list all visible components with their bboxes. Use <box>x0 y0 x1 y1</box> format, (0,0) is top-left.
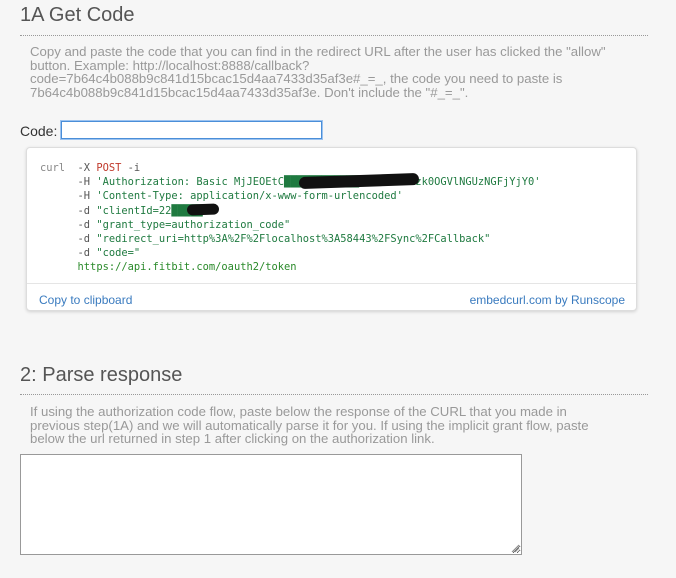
code-input[interactable] <box>60 120 323 140</box>
step2-title: 2: Parse response <box>20 364 183 386</box>
step1-divider <box>20 35 648 36</box>
curl-line-1: curl -X POST -i <box>40 162 141 174</box>
resize-grip-icon[interactable] <box>510 543 520 553</box>
code-label: Code: <box>20 123 58 139</box>
step1-description: Copy and paste the code that you can fin… <box>30 44 606 100</box>
embedcurl-link[interactable]: embedcurl.com by Runscope <box>470 293 625 307</box>
curl-line-5: -d "grant_type=authorization_code" <box>77 218 291 231</box>
curl-footer: Copy to clipboard embedcurl.com by Runsc… <box>27 283 636 311</box>
curl-line-7: -d "code=" <box>77 247 141 260</box>
step2-divider <box>20 394 648 395</box>
curl-code: curl -X POST -i -H 'Authorization: Basic… <box>40 161 540 275</box>
curl-line-6: -d "redirect_uri=http%3A%2F%2Flocalhost%… <box>77 233 491 246</box>
step1-title: 1A Get Code <box>20 4 135 26</box>
copy-to-clipboard-link[interactable]: Copy to clipboard <box>39 293 132 307</box>
step2-description: If using the authorization code flow, pa… <box>30 404 589 446</box>
curl-url: https://api.fitbit.com/oauth2/token <box>77 261 297 274</box>
curl-line-3: -H 'Content-Type: application/x-www-form… <box>77 190 403 203</box>
redaction-mark <box>186 203 220 216</box>
curl-embed: curl -X POST -i -H 'Authorization: Basic… <box>26 147 637 311</box>
response-textarea[interactable] <box>20 454 522 555</box>
